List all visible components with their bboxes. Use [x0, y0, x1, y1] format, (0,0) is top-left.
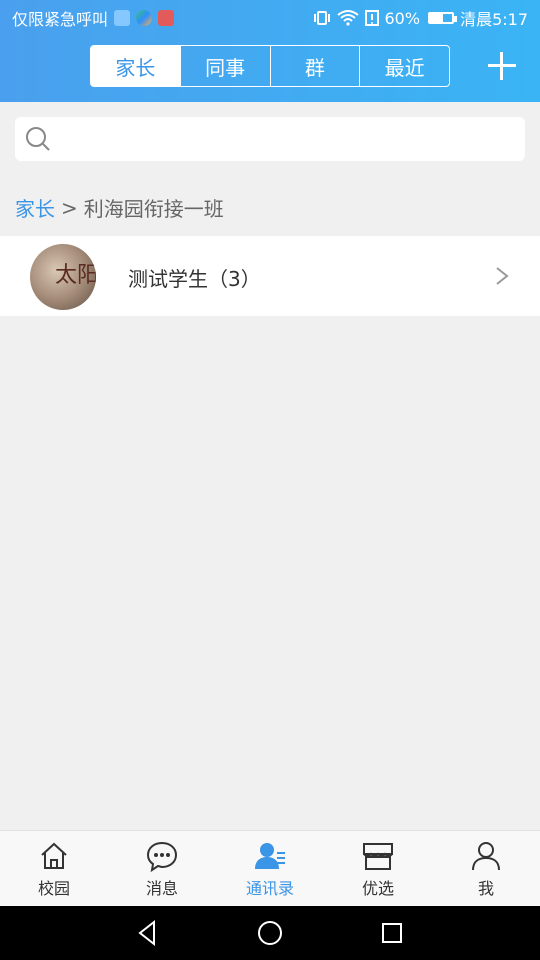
recents-icon[interactable]: [378, 919, 406, 947]
status-bar: 仅限紧急呼叫 60% 清晨5:17: [0, 0, 540, 36]
breadcrumb-current: 利海园衔接一班: [83, 197, 224, 221]
nav-me[interactable]: 我: [432, 831, 540, 906]
status-left: 仅限紧急呼叫: [12, 6, 175, 30]
battery-level: [430, 14, 444, 22]
breadcrumb-root[interactable]: 家长: [15, 193, 55, 222]
tab-groups[interactable]: 群: [271, 46, 361, 86]
home-circle-icon[interactable]: [256, 919, 284, 947]
breadcrumb: 家长 > 利海园衔接一班: [15, 193, 224, 222]
nav-label: 消息: [145, 878, 178, 898]
status-right: 60% 清晨5:17: [313, 6, 528, 30]
breadcrumb-separator: >: [61, 195, 78, 220]
segment-tabs: 家长 同事 群 最近: [90, 45, 450, 87]
home-icon: [41, 842, 67, 869]
chevron-right-icon: [496, 267, 509, 285]
tab-colleagues[interactable]: 同事: [181, 46, 271, 86]
nav-campus[interactable]: 校园: [0, 831, 108, 906]
chat-icon: [146, 841, 178, 872]
nav-messages[interactable]: 消息: [108, 831, 216, 906]
browser-icon: [136, 10, 153, 26]
header: 仅限紧急呼叫 60% 清晨5:17 家长 同事 群 最近: [0, 0, 540, 102]
search-icon: [26, 127, 50, 151]
nav-label: 校园: [37, 878, 70, 898]
status-time: 清晨5:17: [460, 10, 528, 29]
contacts-icon: [255, 842, 285, 869]
vibrate-icon: [313, 11, 330, 25]
add-button[interactable]: [486, 50, 518, 82]
nav-label: 优选: [361, 878, 394, 898]
avatar-text: 太阳: [54, 263, 96, 288]
store-icon: [363, 842, 393, 870]
list-item[interactable]: 太阳 测试学生（3）: [0, 236, 540, 316]
notification-app-icon: [114, 10, 131, 26]
nav-label: 通讯录: [245, 878, 294, 898]
nav-label: 我: [477, 878, 494, 898]
avatar: 太阳: [30, 244, 96, 310]
carrier-text: 仅限紧急呼叫: [12, 10, 109, 29]
list-item-label: 测试学生（3）: [128, 267, 261, 291]
nav-contacts[interactable]: 通讯录: [216, 831, 324, 906]
search-bar[interactable]: [15, 117, 525, 161]
person-icon: [472, 841, 500, 870]
huawei-icon: [158, 10, 175, 26]
sim-alert-icon: [364, 10, 379, 26]
tab-parents[interactable]: 家长: [91, 46, 181, 86]
system-nav-bar: [0, 906, 540, 960]
back-icon[interactable]: [134, 919, 162, 947]
wifi-icon: [336, 10, 359, 26]
tab-recent[interactable]: 最近: [360, 46, 449, 86]
bottom-nav: 校园 消息 通讯录 优选 我: [0, 830, 540, 906]
battery-percent: 60%: [384, 8, 421, 28]
battery-icon: [428, 12, 458, 24]
nav-store[interactable]: 优选: [324, 831, 432, 906]
